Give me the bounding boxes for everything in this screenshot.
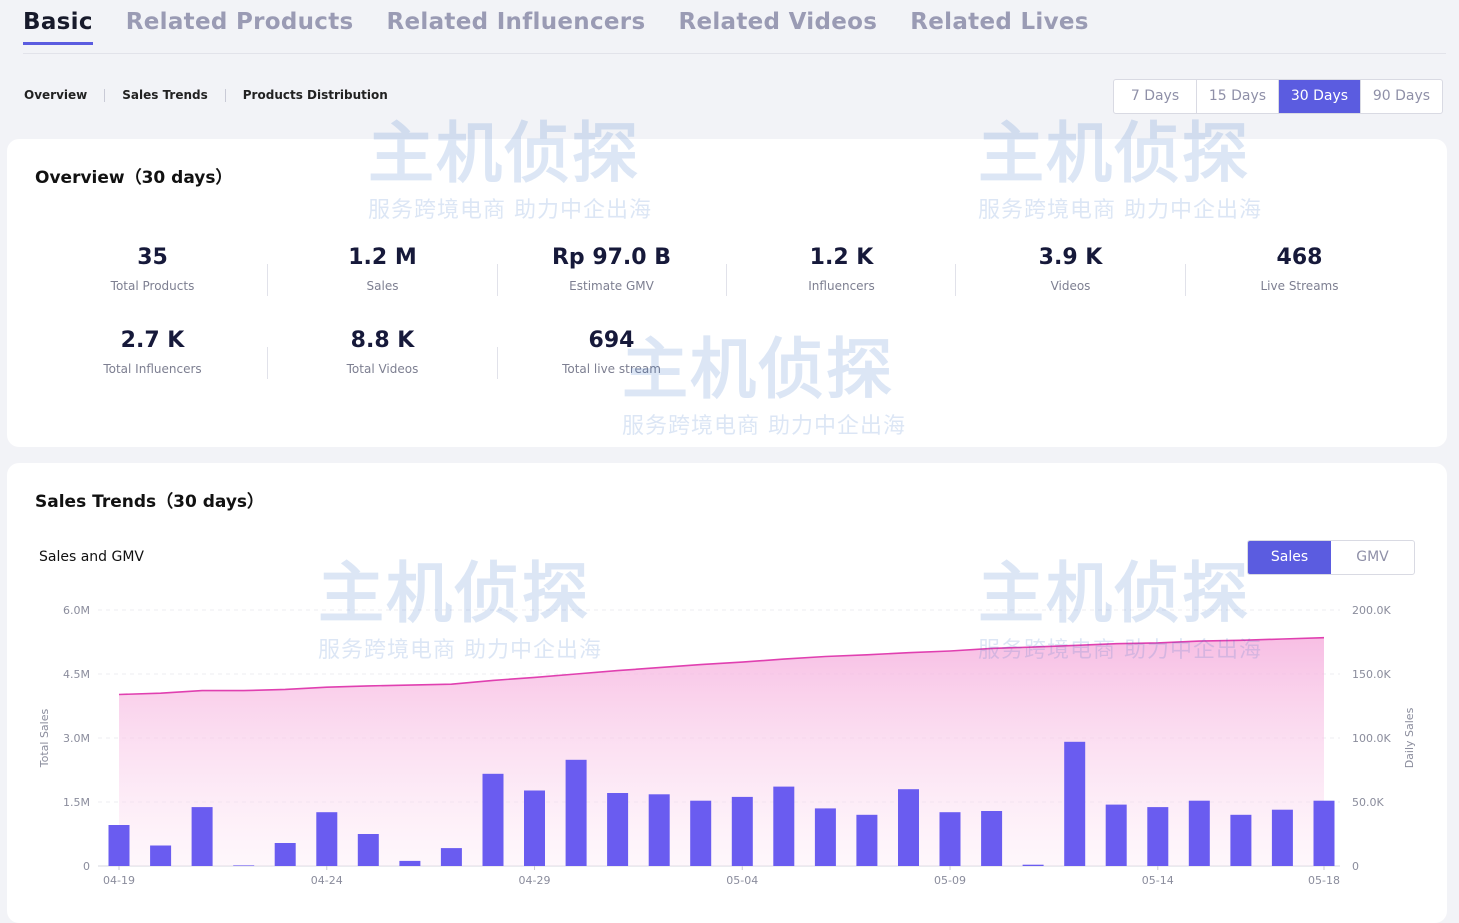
y2-tick-label: 50.0K — [1352, 796, 1384, 809]
daily-sales-bar[interactable] — [316, 812, 338, 866]
daily-sales-bar[interactable] — [1313, 800, 1335, 866]
daily-sales-bar[interactable] — [1022, 864, 1044, 866]
daily-sales-bar[interactable] — [856, 814, 878, 866]
y2-tick-label: 200.0K — [1352, 604, 1391, 617]
daily-sales-bar[interactable] — [648, 794, 670, 866]
x-tick-label: 04-29 — [519, 874, 551, 887]
daily-sales-bar[interactable] — [898, 789, 919, 866]
x-tick-label: 05-09 — [934, 874, 966, 887]
y-tick-label: 6.0M — [63, 604, 90, 617]
y2-tick-label: 100.0K — [1352, 732, 1391, 745]
y2-tick-label: 0 — [1352, 860, 1359, 873]
x-tick-label: 04-19 — [103, 874, 135, 887]
daily-sales-bar[interactable] — [1147, 807, 1169, 866]
daily-sales-bar[interactable] — [1230, 814, 1252, 866]
y2-tick-label: 150.0K — [1352, 668, 1391, 681]
daily-sales-bar[interactable] — [981, 811, 1003, 866]
total-sales-area — [119, 637, 1324, 866]
daily-sales-bar[interactable] — [399, 860, 421, 866]
daily-sales-bar[interactable] — [150, 845, 172, 867]
daily-sales-bar[interactable] — [773, 786, 795, 866]
daily-sales-bar[interactable] — [565, 759, 587, 866]
daily-sales-bar[interactable] — [233, 865, 255, 866]
daily-sales-bar[interactable] — [482, 773, 504, 866]
y-tick-label: 1.5M — [63, 796, 90, 809]
daily-sales-bar[interactable] — [191, 807, 213, 866]
daily-sales-bar[interactable] — [357, 834, 379, 866]
daily-sales-bar[interactable] — [731, 796, 753, 866]
y-tick-label: 3.0M — [63, 732, 90, 745]
x-tick-label: 05-18 — [1308, 874, 1340, 887]
sales-trends-chart: 0 1.5M 3.0M 4.5M 6.0M 0 50.0K 100.0K 150.0K 200.0… — [38, 604, 1416, 887]
y-axis-title: Total Sales — [38, 709, 51, 769]
y-tick-label: 0 — [83, 860, 90, 873]
daily-sales-bar[interactable] — [524, 790, 545, 867]
daily-sales-bar[interactable] — [274, 843, 296, 866]
x-tick-label: 05-14 — [1142, 874, 1174, 887]
daily-sales-bar[interactable] — [1188, 800, 1210, 866]
daily-sales-bar[interactable] — [1064, 741, 1086, 866]
x-tick-label: 05-04 — [726, 874, 758, 887]
x-tick-label: 04-24 — [311, 874, 343, 887]
y-tick-label: 4.5M — [63, 668, 90, 681]
daily-sales-bar[interactable] — [440, 848, 462, 866]
daily-sales-bar[interactable] — [690, 800, 712, 866]
daily-sales-bar[interactable] — [939, 812, 961, 866]
daily-sales-bar[interactable] — [814, 808, 836, 866]
daily-sales-bar[interactable] — [607, 793, 629, 866]
daily-sales-bar[interactable] — [108, 825, 130, 866]
daily-sales-bar[interactable] — [1271, 809, 1293, 866]
y2-axis-title: Daily Sales — [1403, 707, 1416, 768]
daily-sales-bar[interactable] — [1105, 804, 1127, 866]
